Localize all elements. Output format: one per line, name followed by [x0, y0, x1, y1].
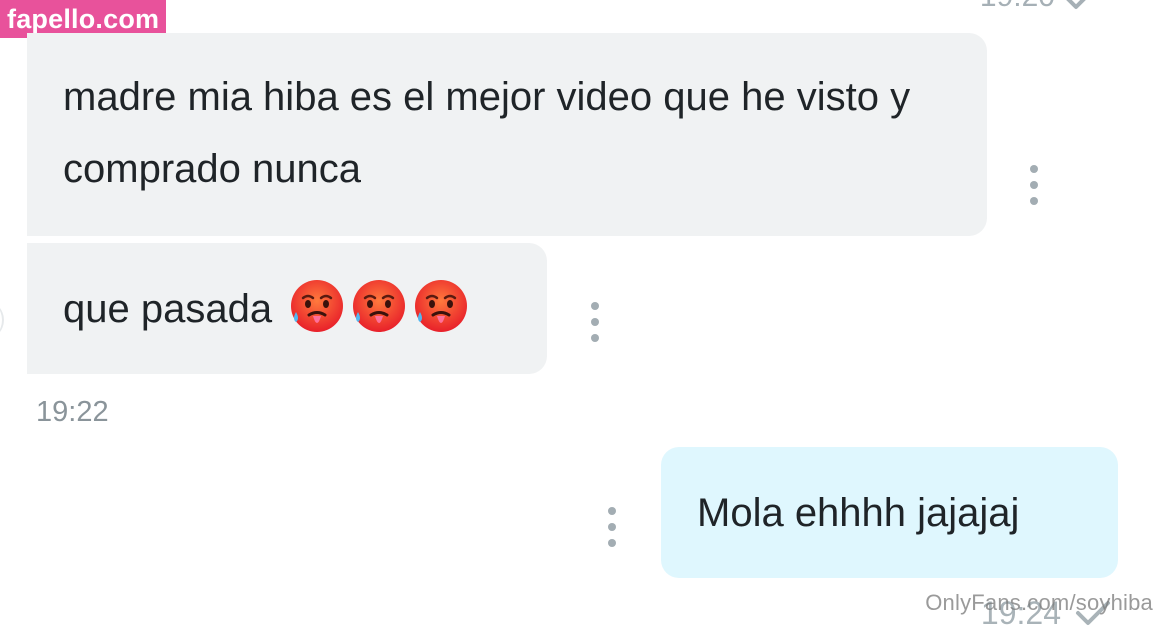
checkmark-icon	[1066, 0, 1086, 9]
avatar-edge	[0, 300, 4, 340]
timestamp-partial: 19:20	[980, 0, 1055, 12]
message-bubble-incoming[interactable]: que pasada	[27, 243, 547, 374]
message-timestamp: 19:22	[36, 396, 109, 428]
hot-face-emoji	[353, 280, 406, 332]
message-options-icon[interactable]	[587, 302, 603, 342]
message-text: Mola ehhhh jajajaj	[697, 491, 1020, 535]
top-message-status: 19:20	[980, 0, 1099, 12]
hot-face-emoji	[415, 280, 468, 332]
message-bubble-outgoing[interactable]: Mola ehhhh jajajaj	[661, 447, 1118, 578]
message-options-icon[interactable]	[604, 507, 620, 547]
message-bubble-incoming[interactable]: madre mia hiba es el mejor video que he …	[27, 33, 987, 236]
message-text: madre mia hiba es el mejor video que he …	[63, 75, 911, 191]
hot-face-emoji	[291, 280, 344, 332]
message-options-icon[interactable]	[1026, 165, 1042, 205]
site-watermark: OnlyFans.com/soyhiba	[925, 590, 1153, 615]
message-text: que pasada	[63, 287, 273, 331]
